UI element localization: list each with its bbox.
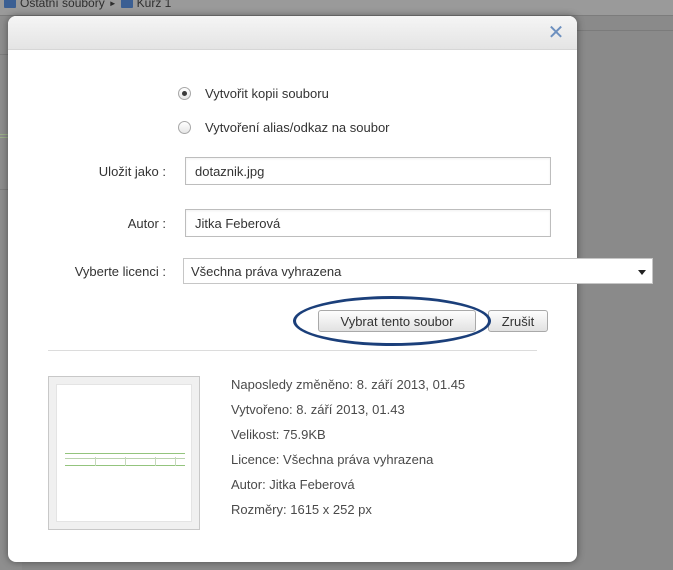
breadcrumb: Ostatní soubory ► Kurz 1: [4, 0, 171, 11]
file-created: Vytvořeno: 8. září 2013, 01.43: [231, 402, 405, 417]
file-size: Velikost: 75.9KB: [231, 427, 326, 442]
radio-label: Vytvoření alias/odkaz na soubor: [205, 120, 390, 135]
thumbnail-detail: [95, 457, 96, 466]
breadcrumb-item[interactable]: Kurz 1: [137, 0, 172, 10]
thumbnail-detail: [175, 457, 176, 466]
close-icon[interactable]: ✕: [545, 22, 567, 44]
radio-button-selected[interactable]: [178, 87, 191, 100]
background-breadcrumb-bar: Ostatní soubory ► Kurz 1: [0, 0, 673, 16]
file-modified: Naposledy změněno: 8. září 2013, 01.45: [231, 377, 466, 392]
author-label: Autor :: [127, 216, 166, 231]
select-file-button[interactable]: Vybrat tento soubor: [318, 310, 476, 332]
radio-option-copy[interactable]: Vytvořit kopii souboru: [178, 86, 329, 101]
file-dimensions: Rozměry: 1615 x 252 px: [231, 502, 372, 517]
radio-option-alias[interactable]: Vytvoření alias/odkaz na soubor: [178, 120, 390, 135]
file-author: Autor: Jitka Feberová: [231, 477, 355, 492]
file-license: Licence: Všechna práva vyhrazena: [231, 452, 434, 467]
save-as-label: Uložit jako :: [98, 164, 166, 179]
save-as-input[interactable]: [185, 157, 551, 185]
license-selected-value: Všechna práva vyhrazena: [191, 263, 342, 279]
divider: [48, 350, 537, 351]
thumbnail-detail: [155, 457, 156, 466]
radio-button[interactable]: [178, 121, 191, 134]
thumbnail-image: [56, 384, 192, 522]
dialog-header: ✕: [8, 16, 577, 50]
cancel-button[interactable]: Zrušit: [488, 310, 548, 332]
license-label: Vyberte licenci :: [74, 264, 166, 279]
thumbnail-detail: [125, 457, 126, 466]
chevron-down-icon: [638, 269, 646, 275]
folder-icon: [4, 0, 16, 8]
radio-label: Vytvořit kopii souboru: [205, 86, 329, 101]
author-input[interactable]: [185, 209, 551, 237]
breadcrumb-separator-icon: ►: [108, 0, 117, 8]
breadcrumb-item[interactable]: Ostatní soubory: [20, 0, 105, 10]
file-thumbnail: [48, 376, 200, 530]
license-select[interactable]: Všechna práva vyhrazena: [183, 258, 653, 284]
file-picker-dialog: ✕ Vytvořit kopii souboru Vytvoření alias…: [8, 16, 653, 562]
thumbnail-detail: [65, 453, 185, 454]
background-divider: [577, 30, 673, 31]
folder-icon: [120, 0, 133, 8]
